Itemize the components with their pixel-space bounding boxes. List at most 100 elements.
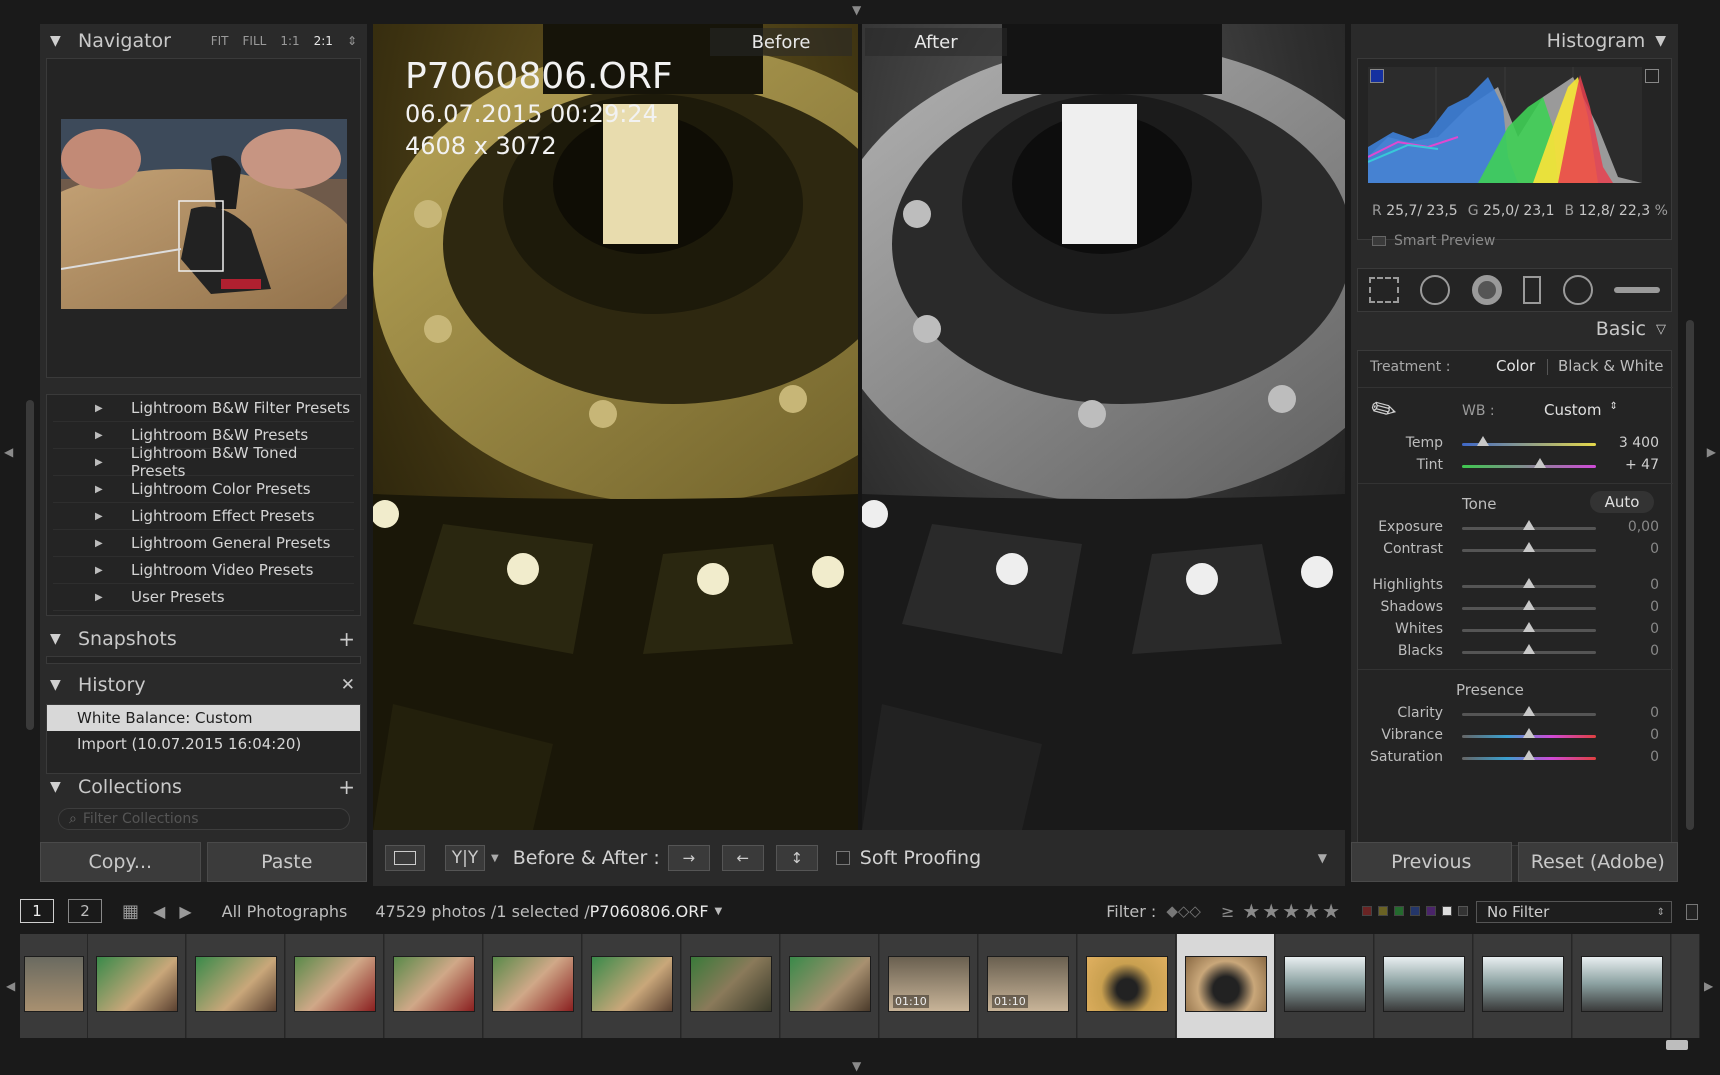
- navigator-preview[interactable]: [46, 58, 361, 378]
- whites-slider-thumb[interactable]: [1523, 622, 1535, 632]
- tint-slider[interactable]: Tint + 47: [1358, 455, 1673, 477]
- saturation-slider[interactable]: Saturation 0: [1358, 747, 1673, 769]
- wb-eyedropper-icon[interactable]: ✎: [1365, 389, 1404, 432]
- navigator-header[interactable]: ▼ Navigator FIT FILL 1:1 2:1 ⇕: [40, 24, 367, 58]
- add-snapshot-icon[interactable]: +: [338, 627, 355, 651]
- histogram-graph[interactable]: [1368, 67, 1642, 183]
- purple-label-icon[interactable]: [1426, 906, 1436, 916]
- shadows-slider[interactable]: Shadows 0: [1358, 597, 1673, 619]
- saturation-slider-thumb[interactable]: [1523, 750, 1535, 760]
- no-label-icon[interactable]: [1458, 906, 1468, 916]
- copy-after-to-before-button[interactable]: ←: [721, 845, 764, 871]
- preset-folder[interactable]: ▶ User Presets: [53, 584, 354, 611]
- filmstrip-thumb[interactable]: [88, 934, 186, 1038]
- filmstrip-thumb[interactable]: [1276, 934, 1374, 1038]
- collections-header[interactable]: ▼ Collections +: [40, 770, 367, 804]
- filmstrip-thumb[interactable]: [1672, 934, 1700, 1038]
- previous-button[interactable]: Previous: [1351, 842, 1512, 882]
- filmstrip-thumb[interactable]: [583, 934, 681, 1038]
- history-step[interactable]: Import (10.07.2015 16:04:20): [47, 731, 360, 757]
- red-label-icon[interactable]: [1362, 906, 1372, 916]
- exposure-slider-thumb[interactable]: [1523, 520, 1535, 530]
- temp-slider-thumb[interactable]: [1477, 436, 1490, 446]
- filmstrip-thumb[interactable]: 01:10: [880, 934, 978, 1038]
- preset-folder[interactable]: ▶ Lightroom Effect Presets: [53, 503, 354, 530]
- graduated-filter-icon[interactable]: [1523, 276, 1542, 304]
- blacks-slider-thumb[interactable]: [1523, 644, 1535, 654]
- filmstrip-thumb[interactable]: [187, 934, 285, 1038]
- treatment-color-button[interactable]: Color: [1496, 357, 1535, 375]
- copy-button[interactable]: Copy...: [40, 842, 201, 882]
- clarity-slider[interactable]: Clarity 0: [1358, 703, 1673, 725]
- blue-label-icon[interactable]: [1410, 906, 1420, 916]
- soft-proofing-checkbox[interactable]: [835, 851, 850, 865]
- contrast-slider-thumb[interactable]: [1523, 542, 1535, 552]
- treatment-bw-button[interactable]: Black & White: [1558, 357, 1663, 375]
- star-rating-filter-icon[interactable]: ★★★★★: [1242, 899, 1342, 923]
- preset-folder[interactable]: ▶ Lightroom B&W Filter Presets: [53, 395, 354, 422]
- toolbar-menu-icon[interactable]: ▼: [1318, 851, 1327, 865]
- filmstrip-thumb[interactable]: [20, 934, 88, 1038]
- filmstrip-scroll-thumb[interactable]: [1666, 1040, 1688, 1050]
- temp-slider[interactable]: Temp 3 400: [1358, 433, 1673, 455]
- snapshots-header[interactable]: ▼ Snapshots +: [40, 622, 367, 656]
- history-header[interactable]: ▼ History ✕: [40, 668, 367, 702]
- clarity-slider-thumb[interactable]: [1523, 706, 1535, 716]
- radial-filter-icon[interactable]: [1562, 275, 1593, 305]
- forward-arrow-icon[interactable]: ▶: [179, 902, 191, 921]
- right-panel-toggle-icon[interactable]: ▶: [1707, 446, 1716, 458]
- bottom-panel-toggle-icon[interactable]: ▼: [852, 1060, 861, 1072]
- primary-window-button[interactable]: 1: [20, 899, 54, 923]
- zoom-fit[interactable]: FIT: [211, 34, 229, 48]
- smart-preview-status[interactable]: Smart Preview: [1372, 233, 1495, 249]
- green-label-icon[interactable]: [1394, 906, 1404, 916]
- shadow-clipping-toggle[interactable]: [1370, 69, 1384, 83]
- exposure-slider[interactable]: Exposure 0,00: [1358, 517, 1673, 539]
- filmstrip-thumb[interactable]: [1078, 934, 1176, 1038]
- clear-history-icon[interactable]: ✕: [341, 675, 355, 695]
- auto-tone-button[interactable]: Auto: [1590, 491, 1654, 513]
- histogram-header[interactable]: Histogram ▼: [1547, 30, 1666, 52]
- filmstrip-thumb[interactable]: [484, 934, 582, 1038]
- current-filename[interactable]: P7060806.ORF: [590, 902, 709, 921]
- wb-select[interactable]: Custom ⇕: [1544, 401, 1618, 419]
- filmstrip-thumb[interactable]: [1573, 934, 1671, 1038]
- filter-preset-select[interactable]: No Filter ⇕: [1476, 901, 1672, 923]
- tint-slider-thumb[interactable]: [1533, 458, 1546, 468]
- add-collection-icon[interactable]: +: [338, 775, 355, 799]
- left-panel-toggle-icon[interactable]: ◀: [4, 446, 13, 458]
- grid-view-icon[interactable]: ▦: [122, 901, 139, 922]
- zoom-stepper-icon[interactable]: ⇕: [347, 34, 357, 48]
- filmstrip-lock-icon[interactable]: [1686, 904, 1698, 920]
- swap-before-after-button[interactable]: ↕: [775, 845, 818, 871]
- yellow-label-icon[interactable]: [1378, 906, 1388, 916]
- panel-menu-icon[interactable]: ▽: [1656, 322, 1666, 337]
- crop-tool-icon[interactable]: [1368, 277, 1399, 303]
- spot-removal-icon[interactable]: [1420, 275, 1451, 305]
- contrast-slider[interactable]: Contrast 0: [1358, 539, 1673, 561]
- shadows-slider-thumb[interactable]: [1523, 600, 1535, 610]
- zoom-1-1[interactable]: 1:1: [280, 34, 299, 48]
- after-image[interactable]: [862, 24, 1345, 830]
- filmstrip-thumb[interactable]: [1375, 934, 1473, 1038]
- basic-header[interactable]: Basic ▽: [1596, 318, 1666, 340]
- filmstrip-scroll-right-icon[interactable]: ▶: [1704, 980, 1713, 992]
- preset-folder[interactable]: ▶ Lightroom Video Presets: [53, 557, 354, 584]
- source-label[interactable]: All Photographs: [222, 902, 348, 921]
- filter-collections-input[interactable]: ⌕ Filter Collections: [58, 808, 350, 830]
- whites-slider[interactable]: Whites 0: [1358, 619, 1673, 641]
- color-label-filter[interactable]: [1362, 906, 1468, 916]
- filmstrip-thumb-selected[interactable]: [1177, 934, 1275, 1038]
- secondary-window-button[interactable]: 2: [68, 899, 102, 923]
- highlight-clipping-toggle[interactable]: [1645, 69, 1659, 83]
- filmstrip-scroll-left-icon[interactable]: ◀: [6, 980, 15, 992]
- filename-dropdown-icon[interactable]: ▼: [715, 906, 723, 917]
- copy-before-to-after-button[interactable]: →: [667, 845, 710, 871]
- right-scrollbar[interactable]: [1686, 320, 1694, 830]
- blacks-slider[interactable]: Blacks 0: [1358, 641, 1673, 663]
- paste-button[interactable]: Paste: [206, 842, 367, 882]
- before-after-mode-button[interactable]: Y|Y: [445, 845, 485, 871]
- left-scrollbar[interactable]: [26, 400, 34, 730]
- preset-folder[interactable]: ▶ Lightroom B&W Toned Presets: [53, 444, 354, 480]
- preset-folder[interactable]: ▶ Lightroom General Presets: [53, 530, 354, 557]
